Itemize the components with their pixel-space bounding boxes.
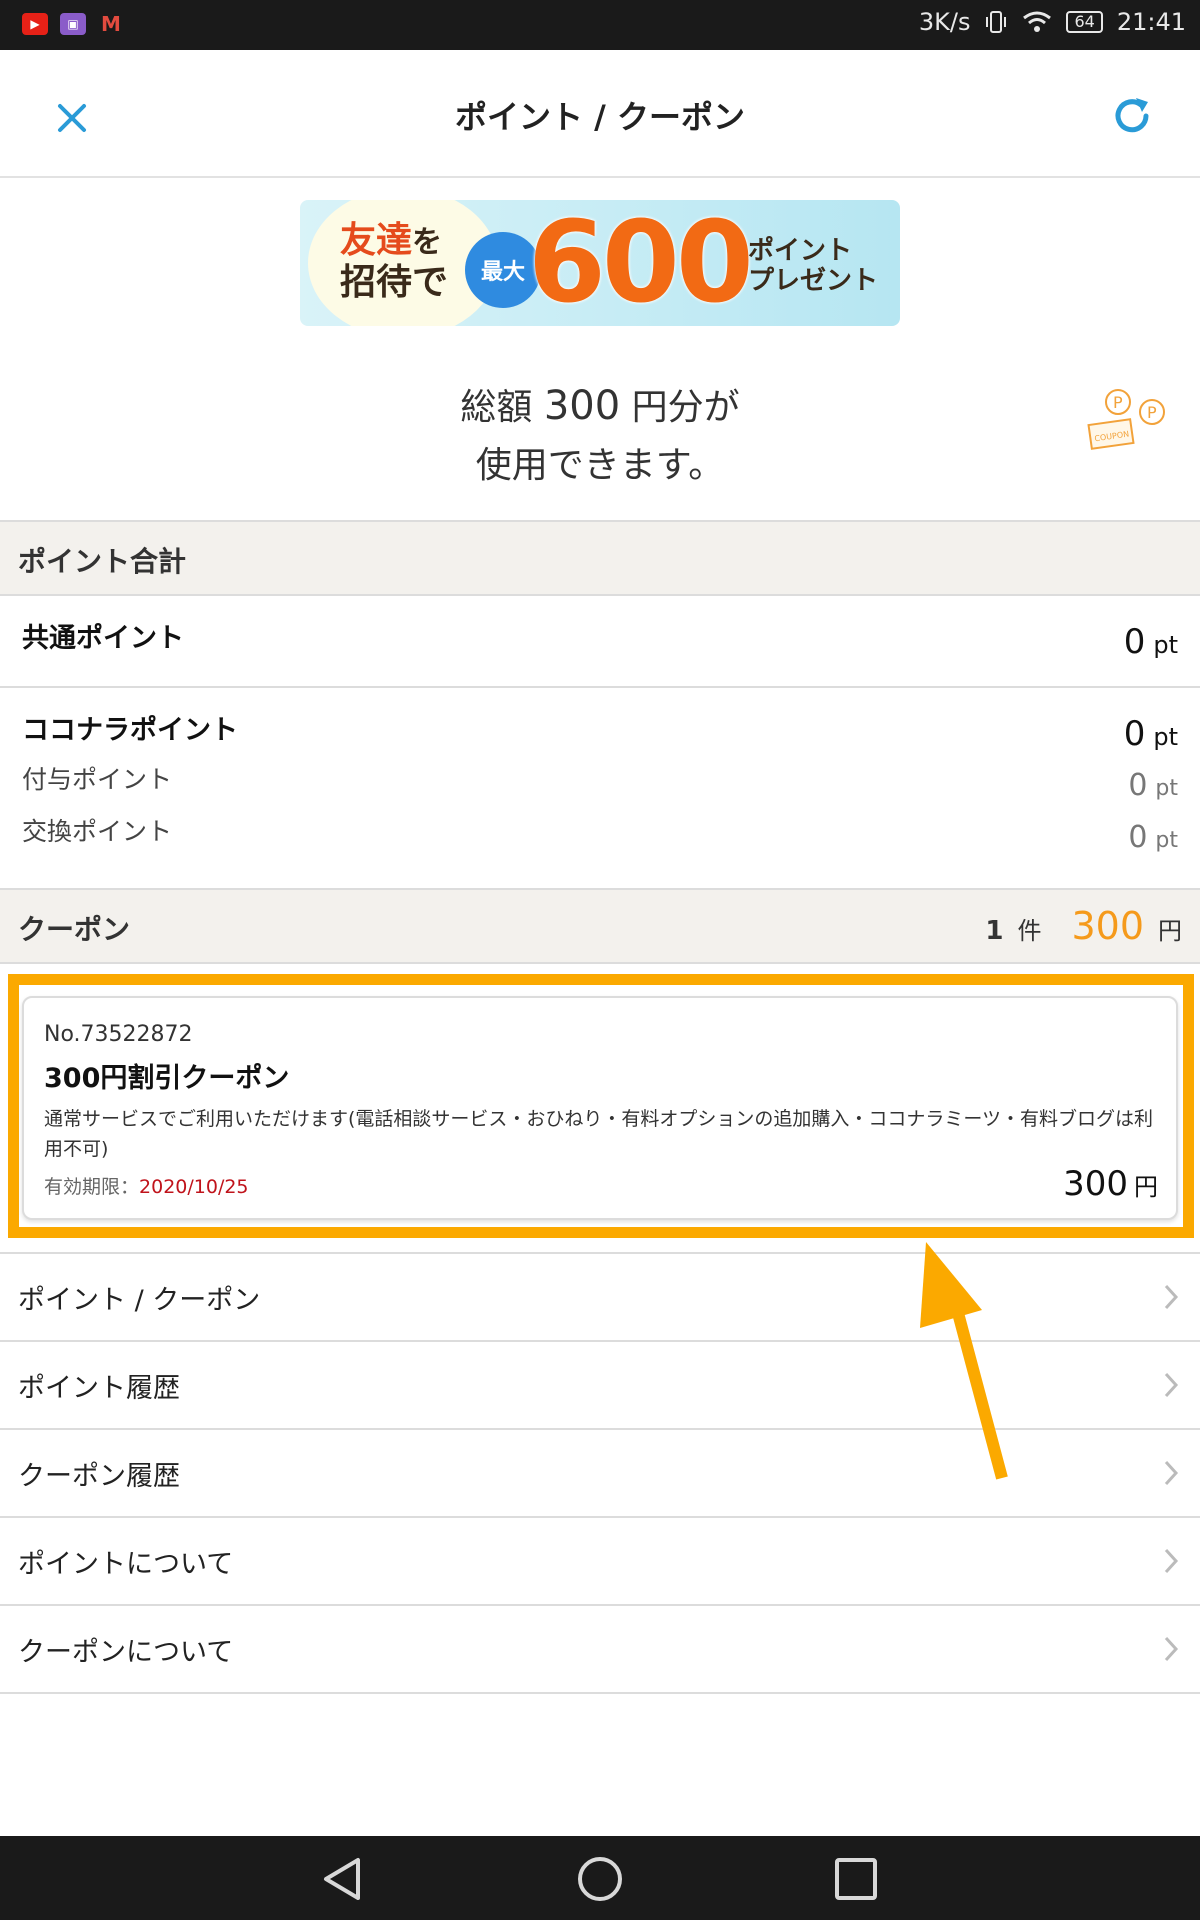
coconala-points-row: ココナラポイント 0 pt 付与ポイント 0 pt 交換ポイント 0 pt: [0, 688, 1200, 890]
svg-text:P: P: [1113, 393, 1123, 412]
exchange-points-value: 0 pt: [1128, 820, 1178, 855]
banner-line1: 友達を: [340, 220, 443, 261]
network-speed: 3K/s: [918, 8, 971, 36]
menu-item-label: ポイントについて: [18, 1549, 234, 1580]
system-nav-bar: [0, 1836, 1200, 1920]
refresh-icon: [1115, 98, 1149, 133]
svg-text:P: P: [1147, 403, 1157, 422]
menu-item-about-coupons[interactable]: クーポンについて: [0, 1606, 1200, 1694]
chevron-right-icon: [1164, 1548, 1179, 1574]
common-points-value: 0 pt: [1123, 622, 1178, 662]
refresh-button[interactable]: [1108, 92, 1156, 140]
status-info: 3K/s 64 21:41: [919, 8, 1186, 36]
banner-line3: ポイント プレゼント: [748, 236, 879, 296]
banner-line2: 招待で: [340, 262, 449, 303]
annotation-arrow-icon: [920, 1242, 1008, 1480]
coupon-number: No.73522872: [44, 1022, 193, 1047]
coupon-card[interactable]: No.73522872 300円割引クーポン 通常サービスでご利用いただけます(…: [22, 996, 1178, 1220]
coupon-count: 1: [985, 916, 1004, 946]
notification-icons: ▶ ▣ M: [22, 12, 124, 36]
battery-icon: 64: [1066, 11, 1103, 33]
banner-number: 600: [528, 200, 754, 326]
coupon-summary: 1 件 300 円: [985, 904, 1182, 948]
clock: 21:41: [1116, 8, 1186, 36]
chevron-right-icon: [1164, 1284, 1179, 1310]
coupon-section-title: クーポン: [18, 913, 131, 946]
menu-item-label: ポイント履歴: [18, 1373, 180, 1404]
coupon-expiry: 有効期限：2020/10/25: [44, 1176, 249, 1198]
wifi-icon: [1022, 10, 1052, 34]
youtube-icon: ▶: [22, 13, 48, 35]
common-points-label: 共通ポイント: [22, 623, 184, 654]
chevron-right-icon: [1164, 1636, 1179, 1662]
app-header: ポイント / クーポン: [0, 50, 1200, 178]
gallery-icon: ▣: [60, 13, 86, 35]
back-icon[interactable]: [318, 1854, 368, 1904]
menu-item-label: クーポン履歴: [18, 1461, 180, 1492]
common-points-row: 共通ポイント 0 pt: [0, 596, 1200, 688]
status-bar: ▶ ▣ M 3K/s 64 21:41: [0, 0, 1200, 50]
page-title: ポイント / クーポン: [455, 98, 745, 136]
points-section-header: ポイント合計: [0, 520, 1200, 596]
recents-icon[interactable]: [831, 1854, 881, 1904]
coupon-total-amount: 300: [1071, 904, 1144, 948]
home-icon[interactable]: [575, 1854, 625, 1904]
total-amount-line: 総額 300 円分が: [460, 383, 740, 429]
points-section-title: ポイント合計: [18, 545, 187, 578]
menu-list: ポイント / クーポン ポイント履歴 クーポン履歴 ポイントについて クーポンに…: [0, 1252, 1200, 1694]
coupon-illustration-icon: P P COUPON: [1086, 386, 1172, 456]
chevron-right-icon: [1164, 1460, 1179, 1486]
exchange-points-label: 交換ポイント: [22, 817, 173, 846]
coupon-description: 通常サービスでご利用いただけます(電話相談サービス・おひねり・有料オプションの追…: [44, 1108, 1154, 1160]
granted-points-value: 0 pt: [1128, 768, 1178, 803]
menu-item-label: クーポンについて: [18, 1637, 234, 1668]
coupon-section-header: クーポン 1 件 300 円: [0, 888, 1200, 964]
total-usable-text: 使用できます。: [475, 445, 725, 486]
coconala-points-value: 0 pt: [1123, 714, 1178, 754]
gmail-icon: M: [101, 12, 121, 36]
total-amount: 300: [543, 383, 621, 429]
granted-points-label: 付与ポイント: [22, 765, 173, 794]
invite-friends-banner[interactable]: 友達を 招待で 最大 600 ポイント プレゼント: [300, 200, 900, 326]
menu-item-about-points[interactable]: ポイントについて: [0, 1518, 1200, 1606]
chevron-right-icon: [1164, 1372, 1179, 1398]
coupon-expiry-date: 2020/10/25: [139, 1176, 249, 1198]
menu-item-coupon-history[interactable]: クーポン履歴: [0, 1430, 1200, 1518]
coconala-points-label: ココナラポイント: [22, 715, 238, 746]
coupon-name: 300円割引クーポン: [44, 1063, 290, 1094]
menu-item-points-history[interactable]: ポイント履歴: [0, 1342, 1200, 1430]
vibrate-icon: [984, 9, 1008, 35]
menu-item-label: ポイント / クーポン: [18, 1285, 261, 1316]
menu-item-points-coupons[interactable]: ポイント / クーポン: [0, 1254, 1200, 1342]
coupon-value: 300 円: [1063, 1164, 1158, 1204]
